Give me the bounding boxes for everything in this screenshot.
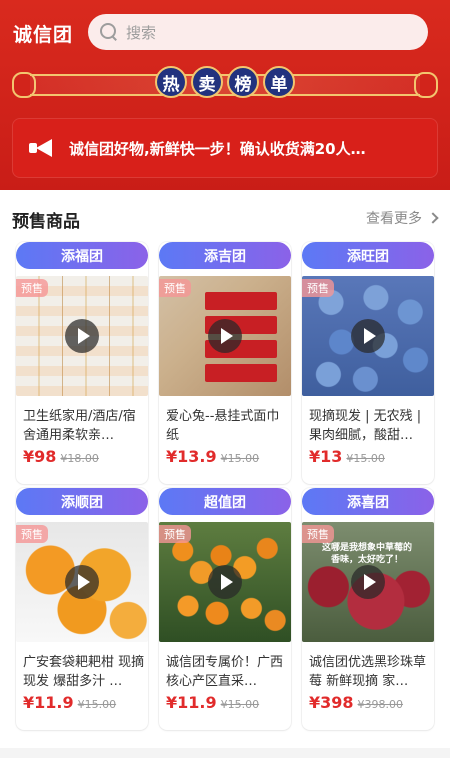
original-price: ¥15.00 xyxy=(220,452,260,465)
section-title: 预售商品 xyxy=(12,212,80,232)
search-placeholder: 搜索 xyxy=(126,23,157,42)
hot-sale-banner: 热 卖 榜 单 xyxy=(12,66,438,104)
product-card[interactable]: 添旺团 预售 现摘现发 | 无农残 | 果肉细腻，酸甜… ¥13 ¥15.00 xyxy=(302,242,434,484)
group-tag: 超值团 xyxy=(159,488,291,515)
group-tag: 添旺团 xyxy=(302,242,434,269)
current-price: ¥11.9 xyxy=(23,693,74,712)
product-card[interactable]: 添吉团 预售 爱心兔--悬挂式面巾纸 ¥13.9 ¥15.00 xyxy=(159,242,291,484)
price-row: ¥11.9 ¥15.00 xyxy=(23,693,116,713)
play-icon xyxy=(220,574,233,590)
notice-bar[interactable]: 诚信团好物,新鲜快一步！确认收货满20人… xyxy=(12,118,438,178)
notice-text: 诚信团好物,新鲜快一步！确认收货满20人… xyxy=(69,139,366,158)
tissue-box xyxy=(205,364,277,382)
original-price: ¥15.00 xyxy=(346,452,385,465)
product-card[interactable]: 添喜团 预售 这哪是我想象中草莓的香味，太好吃了！ 诚信团优选黑珍珠草莓 新鲜现… xyxy=(302,488,434,730)
play-button[interactable] xyxy=(208,319,242,353)
banner-title: 热 卖 榜 单 xyxy=(155,66,295,98)
presale-section-header: 预售商品 查看更多 xyxy=(0,190,450,234)
price-row: ¥398 ¥398.00 xyxy=(309,693,403,713)
current-price: ¥13 xyxy=(309,447,343,466)
product-image[interactable]: 预售 xyxy=(302,276,434,396)
tissue-box xyxy=(205,292,277,310)
current-price: ¥398 xyxy=(309,693,354,712)
play-button[interactable] xyxy=(351,565,385,599)
banner-right-ornament xyxy=(414,72,438,98)
product-name: 现摘现发 | 无农残 | 果肉细腻，酸甜… xyxy=(309,409,422,443)
presale-badge: 预售 xyxy=(159,279,191,297)
product-name: 诚信团优选黑珍珠草莓 新鲜现摘 家… xyxy=(309,655,427,689)
banner-title-char: 单 xyxy=(263,66,295,98)
product-image[interactable]: 预售 这哪是我想象中草莓的香味，太好吃了！ xyxy=(302,522,434,642)
play-button[interactable] xyxy=(351,319,385,353)
product-name: 卫生纸家用/酒店/宿舍通用柔软亲… xyxy=(23,409,136,443)
brand-name: 诚信团 xyxy=(13,24,74,46)
play-button[interactable] xyxy=(65,565,99,599)
search-input[interactable]: 搜索 xyxy=(88,14,428,50)
hero-header: 诚信团 搜索 热 卖 榜 单 诚信团好物,新鲜快一步！确认收货满20人… xyxy=(0,0,450,190)
product-card[interactable]: 超值团 预售 诚信团专属价！广西核心产区直采… ¥11.9 ¥15.00 xyxy=(159,488,291,730)
product-image[interactable]: 预售 xyxy=(16,522,148,642)
current-price: ¥11.9 xyxy=(166,693,217,712)
group-tag: 添福团 xyxy=(16,242,148,269)
banner-title-char: 榜 xyxy=(227,66,259,98)
see-more-label: 查看更多 xyxy=(366,211,422,227)
product-name: 爱心兔--悬挂式面巾纸 xyxy=(166,409,280,443)
product-name: 广安套袋耙耙柑 现摘现发 爆甜多汁 … xyxy=(23,655,145,689)
product-card[interactable]: 添福团 预售 卫生纸家用/酒店/宿舍通用柔软亲… ¥98 ¥18.00 xyxy=(16,242,148,484)
play-icon xyxy=(77,574,90,590)
page-bottom-divider xyxy=(0,748,450,758)
presale-badge: 预售 xyxy=(16,525,48,543)
group-tag: 添吉团 xyxy=(159,242,291,269)
product-grid: 添福团 预售 卫生纸家用/酒店/宿舍通用柔软亲… ¥98 ¥18.00 添吉团 … xyxy=(0,234,450,758)
price-row: ¥13 ¥15.00 xyxy=(309,447,385,467)
play-icon xyxy=(220,328,233,344)
price-row: ¥98 ¥18.00 xyxy=(23,447,99,467)
banner-title-char: 卖 xyxy=(191,66,223,98)
product-image[interactable]: 预售 xyxy=(159,276,291,396)
presale-badge: 预售 xyxy=(302,279,334,297)
presale-badge: 预售 xyxy=(159,525,191,543)
original-price: ¥398.00 xyxy=(357,698,404,711)
see-more-link[interactable]: 查看更多 xyxy=(366,208,439,228)
group-tag: 添顺团 xyxy=(16,488,148,515)
product-image[interactable]: 预售 xyxy=(159,522,291,642)
image-caption: 这哪是我想象中草莓的香味，太好吃了！ xyxy=(321,543,412,565)
megaphone-icon xyxy=(29,137,57,159)
play-icon xyxy=(363,574,376,590)
play-icon xyxy=(363,328,376,344)
group-tag: 添喜团 xyxy=(302,488,434,515)
price-row: ¥13.9 ¥15.00 xyxy=(166,447,259,467)
original-price: ¥15.00 xyxy=(220,698,260,711)
banner-title-char: 热 xyxy=(155,66,187,98)
current-price: ¥13.9 xyxy=(166,447,217,466)
original-price: ¥18.00 xyxy=(60,452,99,465)
product-card[interactable]: 添顺团 预售 广安套袋耙耙柑 现摘现发 爆甜多汁 … ¥11.9 ¥15.00 xyxy=(16,488,148,730)
product-name: 诚信团专属价！广西核心产区直采… xyxy=(166,655,284,689)
play-icon xyxy=(77,328,90,344)
chevron-right-icon xyxy=(427,212,439,224)
price-row: ¥11.9 ¥15.00 xyxy=(166,693,259,713)
play-button[interactable] xyxy=(65,319,99,353)
presale-badge: 预售 xyxy=(16,279,48,297)
search-icon xyxy=(100,23,118,41)
product-image[interactable]: 预售 xyxy=(16,276,148,396)
play-button[interactable] xyxy=(208,565,242,599)
presale-badge: 预售 xyxy=(302,525,334,543)
original-price: ¥15.00 xyxy=(77,698,117,711)
current-price: ¥98 xyxy=(23,447,57,466)
